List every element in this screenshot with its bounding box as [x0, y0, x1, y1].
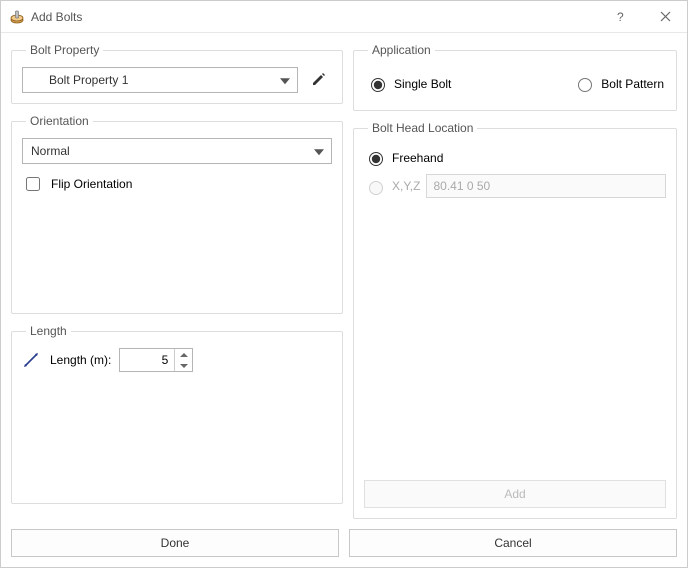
flip-orientation-label: Flip Orientation — [51, 177, 132, 191]
head-location-legend: Bolt Head Location — [368, 121, 477, 135]
bolt-head-location-group: Bolt Head Location Freehand X,Y,Z Add — [353, 121, 677, 519]
done-button[interactable]: Done — [11, 529, 339, 557]
xyz-label: X,Y,Z — [392, 179, 420, 193]
edit-property-button[interactable] — [306, 67, 332, 93]
length-label: Length (m): — [50, 353, 111, 367]
orientation-select[interactable]: Normal — [22, 138, 332, 164]
freehand-radio[interactable]: Freehand — [364, 149, 666, 166]
xyz-radio-row: X,Y,Z — [364, 174, 666, 198]
application-group: Application Single Bolt Bolt Pattern — [353, 43, 677, 111]
pencil-icon — [310, 71, 328, 89]
single-bolt-input[interactable] — [371, 78, 385, 92]
cancel-button[interactable]: Cancel — [349, 529, 677, 557]
length-spinner[interactable] — [119, 348, 193, 372]
length-icon — [22, 351, 40, 369]
window-title: Add Bolts — [31, 10, 599, 24]
svg-text:?: ? — [617, 11, 624, 23]
titlebar: Add Bolts ? — [1, 1, 687, 33]
bolt-pattern-label: Bolt Pattern — [601, 77, 664, 91]
application-legend: Application — [368, 43, 435, 57]
flip-orientation-input[interactable] — [26, 177, 40, 191]
bolt-pattern-radio[interactable]: Bolt Pattern — [573, 75, 664, 92]
app-icon — [9, 9, 25, 25]
single-bolt-radio[interactable]: Single Bolt — [366, 75, 451, 92]
freehand-label: Freehand — [392, 151, 443, 165]
orientation-group: Orientation Normal Flip Orientation — [11, 114, 343, 314]
xyz-radio — [369, 181, 383, 195]
bolt-property-select[interactable]: Bolt Property 1 — [22, 67, 298, 93]
close-button[interactable] — [643, 1, 687, 33]
length-legend: Length — [26, 324, 71, 338]
orientation-legend: Orientation — [26, 114, 93, 128]
freehand-input[interactable] — [369, 152, 383, 166]
length-step-up[interactable] — [175, 349, 192, 360]
length-input[interactable] — [120, 349, 174, 371]
add-button: Add — [364, 480, 666, 508]
length-step-down[interactable] — [175, 360, 192, 371]
length-group: Length Length (m): — [11, 324, 343, 504]
bolt-pattern-input[interactable] — [578, 78, 592, 92]
help-button[interactable]: ? — [599, 1, 643, 33]
single-bolt-label: Single Bolt — [394, 77, 451, 91]
flip-orientation-checkbox[interactable]: Flip Orientation — [22, 174, 332, 194]
bolt-property-legend: Bolt Property — [26, 43, 103, 57]
add-bolts-dialog: Add Bolts ? Bolt Property Bolt Property … — [0, 0, 688, 568]
bolt-property-group: Bolt Property Bolt Property 1 — [11, 43, 343, 104]
footer: Done Cancel — [1, 519, 687, 567]
xyz-input — [426, 174, 666, 198]
content-area: Bolt Property Bolt Property 1 — [1, 33, 687, 519]
